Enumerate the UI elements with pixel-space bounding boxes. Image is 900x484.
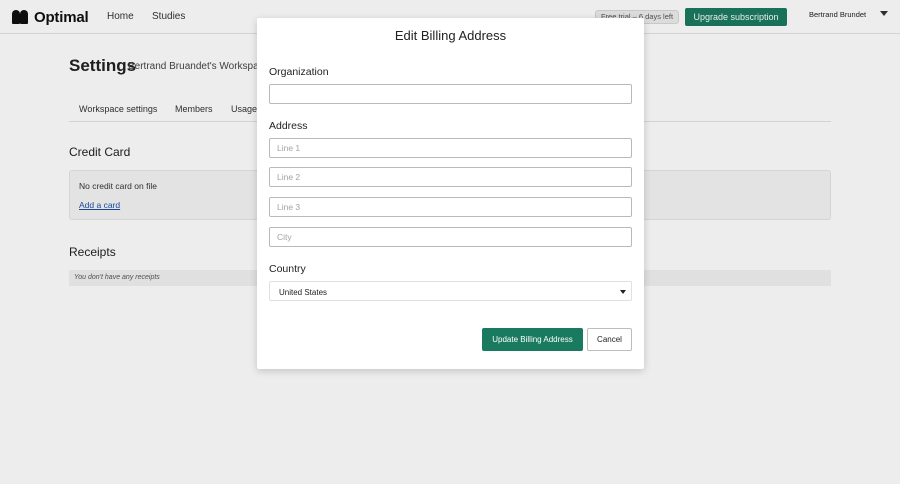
cancel-button[interactable]: Cancel bbox=[587, 328, 632, 351]
organization-input[interactable] bbox=[269, 84, 632, 104]
modal-title: Edit Billing Address bbox=[394, 28, 507, 43]
organization-label: Organization bbox=[269, 66, 329, 78]
city-input[interactable] bbox=[269, 227, 632, 247]
address-line2-input[interactable] bbox=[269, 167, 632, 187]
address-label: Address bbox=[269, 120, 308, 132]
country-select-value: United States bbox=[279, 288, 328, 297]
country-label: Country bbox=[269, 263, 306, 275]
caret-down-icon bbox=[620, 290, 626, 294]
country-select[interactable]: United States bbox=[269, 281, 632, 301]
address-line3-input[interactable] bbox=[269, 197, 632, 217]
edit-billing-address-modal: Edit Billing Address Organization Addres… bbox=[257, 18, 644, 369]
update-billing-address-button[interactable]: Update Billing Address bbox=[482, 328, 583, 351]
address-line1-input[interactable] bbox=[269, 138, 632, 158]
